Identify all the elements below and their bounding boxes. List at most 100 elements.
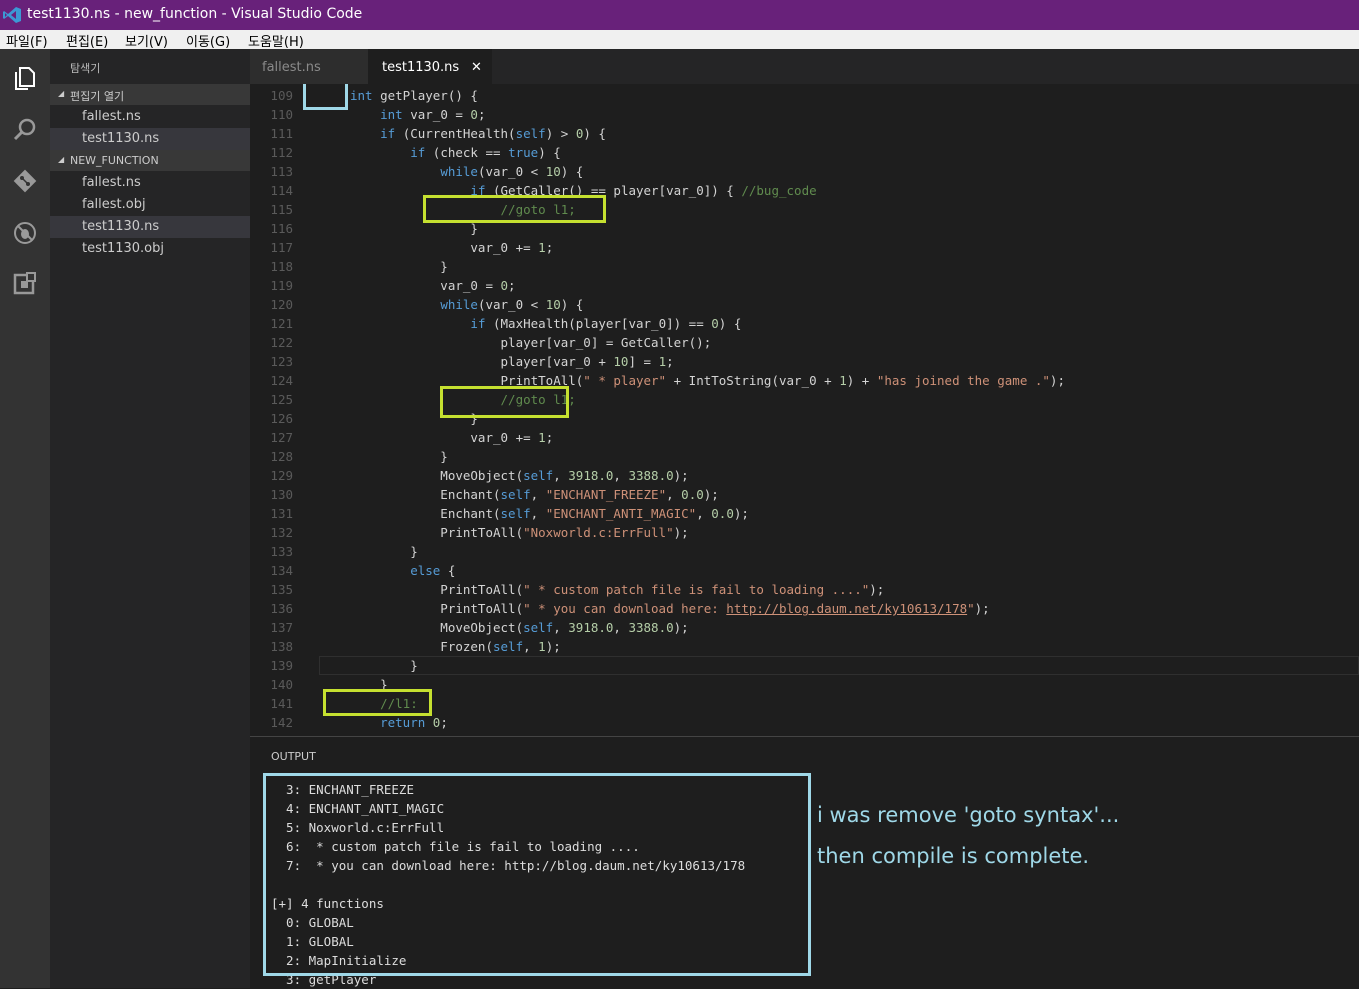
annotation-box-int bbox=[303, 84, 348, 110]
code-line[interactable]: PrintToAll(" * custom patch file is fail… bbox=[350, 582, 884, 597]
open-editor-item[interactable]: test1130.ns bbox=[50, 128, 250, 150]
code-line[interactable]: if (check == true) { bbox=[350, 145, 561, 160]
close-icon[interactable]: ✕ bbox=[471, 60, 482, 75]
line-number: 128 bbox=[270, 449, 293, 464]
code-line[interactable]: if (MaxHealth(player[var_0]) == 0) { bbox=[350, 316, 741, 331]
line-number: 114 bbox=[270, 183, 293, 198]
code-line[interactable]: int getPlayer() { bbox=[350, 88, 478, 103]
line-number: 122 bbox=[270, 335, 293, 350]
code-line[interactable]: } bbox=[350, 449, 448, 464]
tab-fallest[interactable]: fallest.ns bbox=[250, 49, 368, 84]
line-number: 138 bbox=[270, 639, 293, 654]
code-line[interactable]: PrintToAll(" * you can download here: ht… bbox=[350, 601, 989, 616]
code-line[interactable]: MoveObject(self, 3918.0, 3388.0); bbox=[350, 468, 688, 483]
annotation-box-goto-1 bbox=[423, 195, 606, 223]
file-item[interactable]: fallest.obj bbox=[50, 194, 250, 216]
code-line[interactable]: var_0 += 1; bbox=[350, 430, 553, 445]
line-number: 113 bbox=[270, 164, 293, 179]
line-number: 135 bbox=[270, 582, 293, 597]
explorer-sidebar: 탐색기 ◢ 편집기 열기 fallest.ns test1130.ns ◢ NE… bbox=[50, 49, 250, 988]
code-line[interactable]: } bbox=[350, 221, 478, 236]
line-number: 116 bbox=[270, 221, 293, 236]
code-line[interactable]: MoveObject(self, 3918.0, 3388.0); bbox=[350, 620, 688, 635]
code-line[interactable]: return 0; bbox=[350, 715, 448, 730]
activity-bar bbox=[0, 49, 50, 988]
code-line[interactable]: PrintToAll("Noxworld.c:ErrFull"); bbox=[350, 525, 688, 540]
output-panel: OUTPUT 3: ENCHANT_FREEZE 4: ENCHANT_ANTI… bbox=[250, 736, 1359, 989]
output-title: OUTPUT bbox=[271, 750, 316, 763]
code-line[interactable]: if (CurrentHealth(self) > 0) { bbox=[350, 126, 606, 141]
code-line[interactable]: while(var_0 < 10) { bbox=[350, 164, 583, 179]
open-editors-label: 편집기 열기 bbox=[70, 90, 125, 103]
debug-icon[interactable] bbox=[12, 220, 38, 246]
code-line[interactable]: player[var_0] = GetCaller(); bbox=[350, 335, 712, 350]
code-line[interactable]: Frozen(self, 1); bbox=[350, 639, 560, 654]
line-number: 141 bbox=[270, 696, 293, 711]
open-editors-section[interactable]: ◢ 편집기 열기 bbox=[50, 84, 250, 105]
line-number: 118 bbox=[270, 259, 293, 274]
code-line[interactable]: } bbox=[350, 259, 448, 274]
code-line[interactable]: else { bbox=[350, 563, 455, 578]
files-icon[interactable] bbox=[12, 65, 38, 91]
line-number: 136 bbox=[270, 601, 293, 616]
editor-tabs: fallest.ns test1130.ns ✕ bbox=[250, 49, 1359, 84]
file-item[interactable]: test1130.ns bbox=[50, 216, 250, 238]
menu-bar: 파일(F) 편집(E) 보기(V) 이동(G) 도움말(H) bbox=[0, 30, 1359, 50]
code-line[interactable]: int var_0 = 0; bbox=[350, 107, 485, 122]
line-number: 130 bbox=[270, 487, 293, 502]
line-number: 119 bbox=[270, 278, 293, 293]
collapse-triangle-icon: ◢ bbox=[58, 155, 65, 164]
line-number: 111 bbox=[270, 126, 293, 141]
file-item[interactable]: test1130.obj bbox=[50, 238, 250, 260]
annotation-box-goto-2 bbox=[440, 386, 569, 418]
current-line-highlight bbox=[319, 656, 1359, 675]
tab-test1130[interactable]: test1130.ns ✕ bbox=[368, 49, 492, 84]
line-number: 139 bbox=[270, 658, 293, 673]
menu-edit[interactable]: 편집(E) bbox=[66, 31, 108, 50]
code-line[interactable]: player[var_0 + 10] = 1; bbox=[350, 354, 674, 369]
annotation-box-label bbox=[323, 689, 432, 716]
search-icon[interactable] bbox=[12, 116, 38, 142]
code-line[interactable]: var_0 = 0; bbox=[350, 278, 515, 293]
collapse-triangle-icon: ◢ bbox=[58, 89, 65, 98]
line-number: 117 bbox=[270, 240, 293, 255]
line-number: 140 bbox=[270, 677, 293, 692]
code-line[interactable]: } bbox=[350, 658, 418, 673]
file-item[interactable]: fallest.ns bbox=[50, 172, 250, 194]
menu-view[interactable]: 보기(V) bbox=[125, 31, 168, 50]
menu-file[interactable]: 파일(F) bbox=[6, 31, 48, 50]
code-line[interactable]: } bbox=[350, 544, 418, 559]
line-number: 110 bbox=[270, 107, 293, 122]
line-number: 115 bbox=[270, 202, 293, 217]
line-number: 134 bbox=[270, 563, 293, 578]
annotation-text-1: i was remove 'goto syntax'... bbox=[817, 803, 1120, 827]
line-number: 125 bbox=[270, 392, 293, 407]
line-number: 109 bbox=[270, 88, 293, 103]
window-title: test1130.ns - new_function - Visual Stud… bbox=[27, 6, 363, 22]
line-number: 142 bbox=[270, 715, 293, 730]
line-number: 121 bbox=[270, 316, 293, 331]
line-number: 131 bbox=[270, 506, 293, 521]
line-number: 133 bbox=[270, 544, 293, 559]
menu-help[interactable]: 도움말(H) bbox=[248, 31, 304, 50]
code-line[interactable]: var_0 += 1; bbox=[350, 240, 553, 255]
line-number: 124 bbox=[270, 373, 293, 388]
annotation-text-2: then compile is complete. bbox=[817, 844, 1090, 868]
line-number: 127 bbox=[270, 430, 293, 445]
vscode-logo-icon bbox=[3, 7, 21, 23]
code-line[interactable]: while(var_0 < 10) { bbox=[350, 297, 583, 312]
code-editor[interactable]: 109 int getPlayer() { 110 int var_0 = 0; 11… bbox=[250, 84, 1359, 736]
code-line[interactable]: Enchant(self, "ENCHANT_FREEZE", 0.0); bbox=[350, 487, 719, 502]
annotation-box-output bbox=[263, 773, 811, 976]
title-bar: test1130.ns - new_function - Visual Stud… bbox=[0, 0, 1359, 30]
code-line[interactable]: Enchant(self, "ENCHANT_ANTI_MAGIC", 0.0)… bbox=[350, 506, 749, 521]
line-number: 126 bbox=[270, 411, 293, 426]
project-section[interactable]: ◢ NEW_FUNCTION bbox=[50, 150, 250, 171]
open-editor-item[interactable]: fallest.ns bbox=[50, 106, 250, 128]
menu-go[interactable]: 이동(G) bbox=[186, 31, 230, 50]
project-label: NEW_FUNCTION bbox=[70, 154, 159, 167]
line-number: 112 bbox=[270, 145, 293, 160]
line-number: 129 bbox=[270, 468, 293, 483]
git-icon[interactable] bbox=[12, 168, 38, 194]
extensions-icon[interactable] bbox=[12, 271, 38, 297]
